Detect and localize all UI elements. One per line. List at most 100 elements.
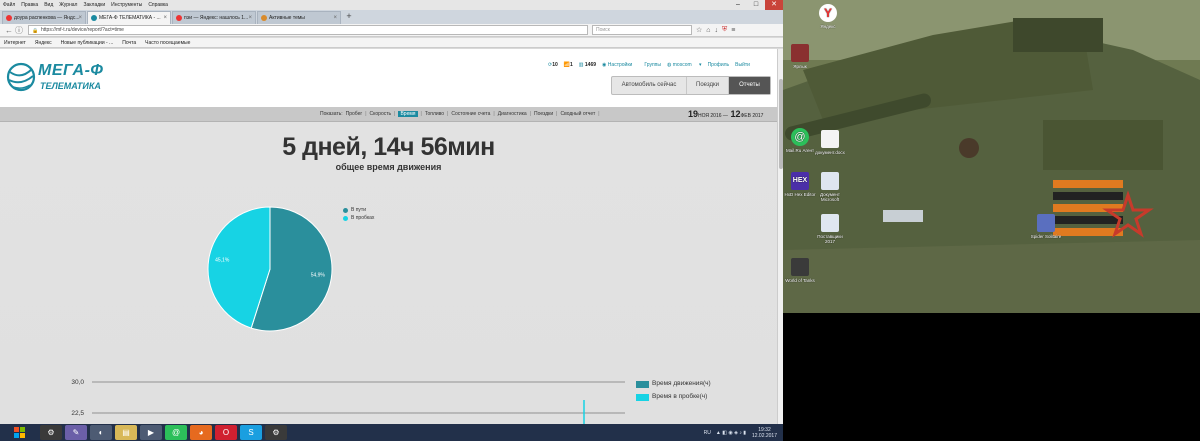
desktop-icon-document[interactable]: документ.docx bbox=[813, 130, 847, 155]
bar-legend-item-traffic[interactable]: Время в пробке(ч) bbox=[636, 393, 726, 401]
system-tray: RU ▲ ◧ ◉ ◈ ♪ ▮ 19:32 12.02.2017 bbox=[704, 424, 783, 441]
desktop-icon-suppliers[interactable]: Поставщики 2017 bbox=[813, 214, 847, 244]
groups-link[interactable]: Группы bbox=[644, 62, 661, 68]
pie-slice-label: 54,9% bbox=[311, 272, 326, 278]
online-status[interactable]: ⟳10 bbox=[548, 62, 558, 68]
report-link-time[interactable]: Время bbox=[398, 111, 418, 117]
tab-close-icon[interactable]: × bbox=[163, 12, 167, 24]
menu-view[interactable]: Вид bbox=[44, 2, 53, 8]
taskbar-skype-icon[interactable]: S bbox=[240, 425, 262, 440]
desktop-icon-yandex[interactable]: Y Яндекс bbox=[811, 4, 845, 29]
tab-yandex-search[interactable]: доура распенкова — Яндс... × bbox=[2, 11, 86, 24]
report-link-account[interactable]: Состояние счета bbox=[451, 111, 490, 117]
minimize-button[interactable]: – bbox=[729, 0, 747, 10]
balance[interactable]: ▥ 1469 bbox=[579, 62, 596, 68]
report-link-trips[interactable]: Поездки bbox=[534, 111, 553, 117]
taskbar-opera-icon[interactable]: O bbox=[215, 425, 237, 440]
nav-car-now[interactable]: Автомобиль сейчас bbox=[612, 77, 687, 94]
logout-link[interactable]: Выйти bbox=[735, 62, 750, 68]
tab-megaf[interactable]: МЕГА-Ф ТЕЛЕМАТИКА - ... × bbox=[87, 11, 171, 24]
signal-status[interactable]: 📶1 bbox=[564, 62, 573, 68]
menu-edit[interactable]: Правка bbox=[21, 2, 38, 8]
spider-solitaire-icon bbox=[1037, 214, 1055, 232]
desktop-icon-mailru-agent[interactable]: @ Mail.Ru Агент bbox=[783, 128, 817, 153]
desktop-wallpaper: Y Яндекс Ярлык @ Mail.Ru Агент документ.… bbox=[783, 0, 1200, 313]
tab-close-icon[interactable]: × bbox=[248, 12, 252, 24]
bar-legend-item-moving[interactable]: Время движения(ч) bbox=[636, 380, 726, 388]
browser-window: Файл Правка Вид Журнал Закладки Инструме… bbox=[0, 0, 783, 424]
bookmark-mail[interactable]: Почта bbox=[122, 40, 136, 46]
desktop-icon-spider-solitaire[interactable]: Spider Solitaire bbox=[1029, 214, 1063, 239]
taskbar-wot-icon[interactable]: ⚙ bbox=[40, 425, 62, 440]
menu-bookmarks[interactable]: Закладки bbox=[83, 2, 105, 8]
world-of-tanks-icon bbox=[791, 258, 809, 276]
megaf-logo[interactable]: МЕГА-Ф ТЕЛЕМАТИКА bbox=[6, 60, 146, 100]
report-link-summary[interactable]: Сводный отчет bbox=[560, 111, 595, 117]
clock[interactable]: 19:32 12.02.2017 bbox=[752, 427, 777, 439]
menu-tools[interactable]: Инструменты bbox=[111, 2, 142, 8]
user-link[interactable]: ◍ moscom ▾ bbox=[667, 62, 702, 68]
bookmark-new-posts[interactable]: Новые публикации - ... bbox=[61, 40, 114, 46]
date-range-picker[interactable]: 19НОЯ 2016 — 12ФЕВ 2017 bbox=[688, 109, 763, 119]
maximize-button[interactable]: □ bbox=[747, 0, 765, 10]
star-icon[interactable]: ☆ bbox=[696, 26, 702, 34]
bar-chart-legend: Время движения(ч) Время в пробке(ч) bbox=[636, 380, 726, 406]
taskbar-media-icon[interactable]: ◐ bbox=[90, 425, 112, 440]
pie-slice-label: 45,1% bbox=[215, 258, 230, 264]
tray-icons[interactable]: ▲ ◧ ◉ ◈ ♪ ▮ bbox=[716, 430, 746, 436]
main-nav: Автомобиль сейчас Поездки Отчеты bbox=[611, 76, 771, 95]
legend-swatch bbox=[636, 394, 649, 401]
home-icon[interactable]: ⌂ bbox=[706, 27, 710, 34]
report-subnav: Показать: Пробег | Скорость | Время | Топли… bbox=[0, 107, 777, 122]
taskbar-app-icon[interactable]: ✎ bbox=[65, 425, 87, 440]
menu-help[interactable]: Справка bbox=[148, 2, 168, 8]
hamburger-menu-icon[interactable]: ≡ bbox=[731, 27, 735, 34]
nav-reports[interactable]: Отчеты bbox=[729, 77, 770, 94]
search-input[interactable]: Поиск bbox=[592, 25, 692, 35]
app-icon bbox=[791, 44, 809, 62]
settings-link[interactable]: ◉ Настройки bbox=[602, 62, 638, 68]
report-link-fuel[interactable]: Топливо bbox=[425, 111, 444, 117]
bookmark-most-visited[interactable]: Часто посещаемые bbox=[145, 40, 190, 46]
nav-trips[interactable]: Поездки bbox=[687, 77, 729, 94]
desktop-icon-word-doc[interactable]: Документ Microsoft bbox=[813, 172, 847, 202]
logo-title: МЕГА-Ф bbox=[38, 62, 104, 79]
back-arrow-icon[interactable]: ← bbox=[4, 26, 14, 35]
menu-history[interactable]: Журнал bbox=[59, 2, 77, 8]
menu-file[interactable]: Файл bbox=[3, 2, 15, 8]
window-controls: – □ ✕ bbox=[729, 0, 783, 10]
new-tab-button[interactable]: + bbox=[342, 10, 356, 24]
bookmark-yandex[interactable]: Яндекс bbox=[35, 40, 52, 46]
desktop-icon-shortcut[interactable]: Ярлык bbox=[783, 44, 817, 69]
y-tick-label: 30,0 bbox=[71, 379, 84, 386]
start-button[interactable] bbox=[0, 424, 40, 441]
close-button[interactable]: ✕ bbox=[765, 0, 783, 10]
taskbar-explorer-icon[interactable]: ▤ bbox=[115, 425, 137, 440]
language-indicator[interactable]: RU bbox=[704, 430, 711, 436]
document-icon bbox=[821, 214, 839, 232]
tab-close-icon[interactable]: × bbox=[78, 12, 82, 24]
desktop-icon-hex-editor[interactable]: HEX HxD Hex Editor bbox=[783, 172, 817, 197]
lock-icon: 🔒 bbox=[32, 28, 39, 34]
desktop-icon-world-of-tanks[interactable]: World of Tanks bbox=[783, 258, 817, 283]
taskbar-firefox-icon[interactable]: ◕ bbox=[190, 425, 212, 440]
tab-close-icon[interactable]: × bbox=[333, 12, 337, 24]
taskbar-wot2-icon[interactable]: ⚙ bbox=[265, 425, 287, 440]
yandex-icon: Y bbox=[819, 4, 837, 22]
globe-logo-icon bbox=[6, 62, 36, 92]
report-link-speed[interactable]: Скорость bbox=[370, 111, 392, 117]
word-document-icon bbox=[821, 172, 839, 190]
report-link-mileage[interactable]: Пробег bbox=[346, 111, 363, 117]
bookmark-internet[interactable]: Интернет bbox=[4, 40, 26, 46]
tab-yandex-results[interactable]: пэи — Яндекс: нашлось 1... × bbox=[172, 11, 256, 24]
forum-favicon-icon bbox=[261, 15, 267, 21]
shield-icon[interactable]: ⛨ bbox=[722, 26, 727, 34]
tab-active-topics[interactable]: Активные темы × bbox=[257, 11, 341, 24]
taskbar-player-icon[interactable]: ▶ bbox=[140, 425, 162, 440]
address-bar[interactable]: 🔒 https://mf-t.ru/device/report/?act=tim… bbox=[28, 25, 588, 35]
info-icon[interactable]: ⓘ bbox=[14, 25, 24, 36]
taskbar-mailru-agent-icon[interactable]: @ bbox=[165, 425, 187, 440]
report-link-diagnostics[interactable]: Диагностика bbox=[498, 111, 527, 117]
profile-link[interactable]: Профиль bbox=[708, 62, 730, 68]
download-icon[interactable]: ↓ bbox=[715, 27, 719, 34]
